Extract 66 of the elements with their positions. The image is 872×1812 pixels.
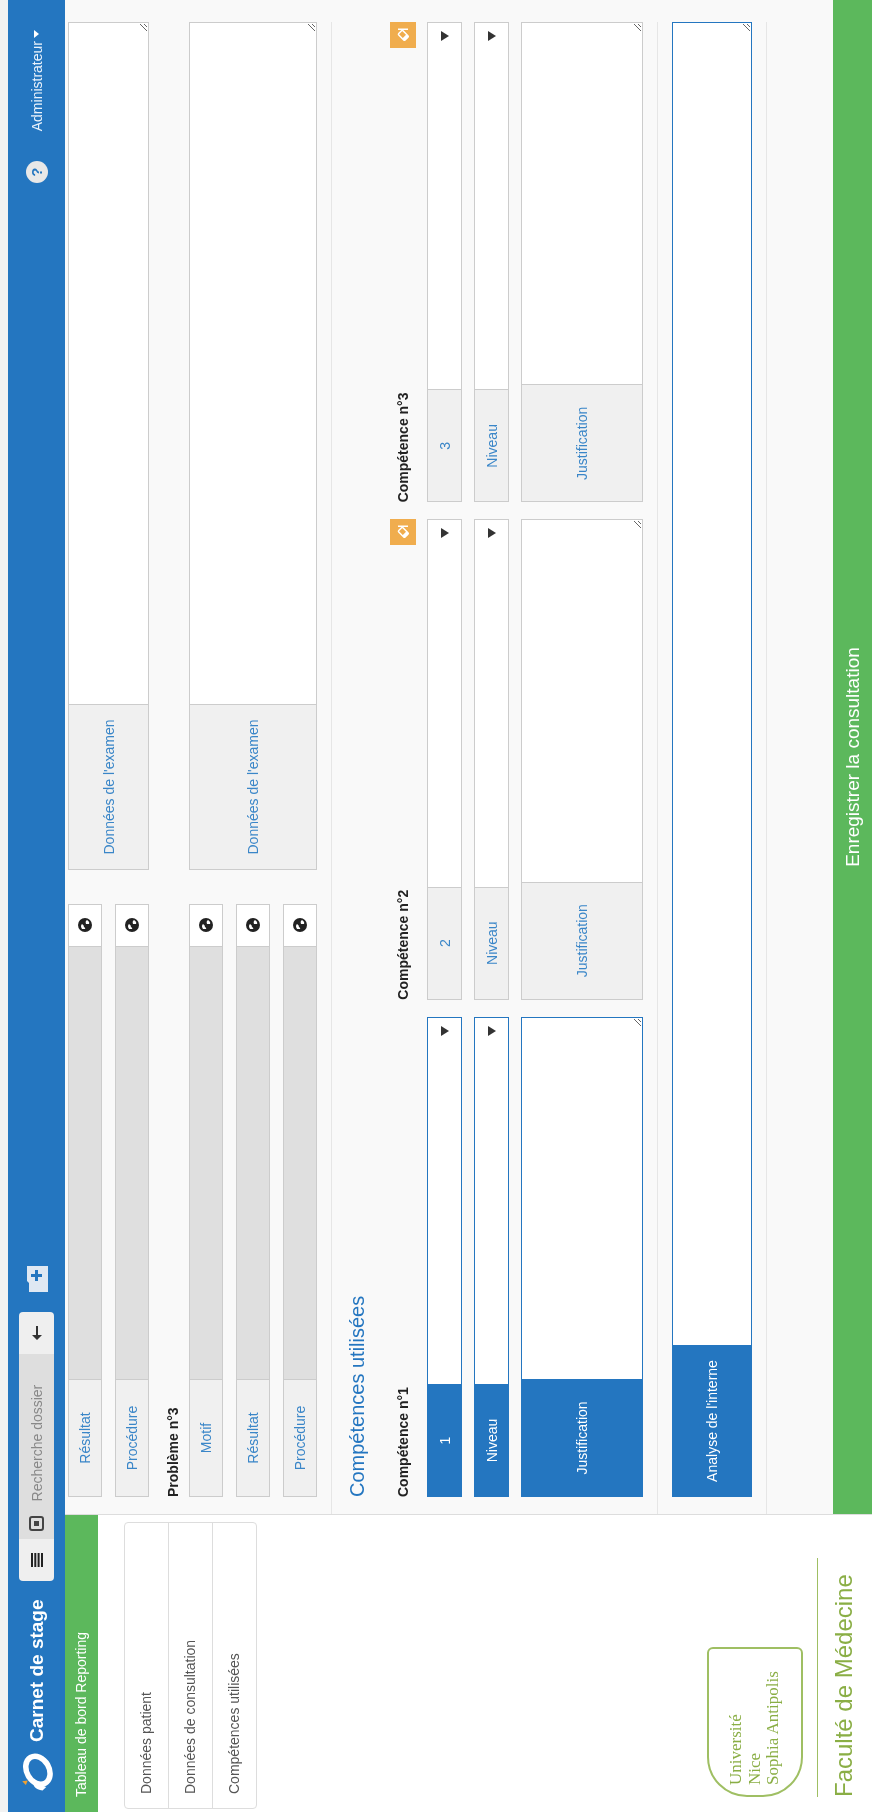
field-label: Niveau bbox=[474, 886, 509, 1000]
competence-heading: Compétence n°1 bbox=[395, 1387, 411, 1497]
field-label: Procédure bbox=[115, 1379, 149, 1497]
field-label: Analyse de l'interne bbox=[672, 1345, 752, 1497]
clear-button[interactable] bbox=[390, 519, 416, 546]
field-label: Niveau bbox=[474, 1384, 509, 1497]
caret-icon bbox=[487, 528, 496, 539]
field-label: Justification bbox=[521, 384, 643, 503]
globe-button[interactable] bbox=[115, 904, 149, 946]
caret-icon bbox=[34, 30, 39, 38]
menu-item[interactable]: Données de consultation bbox=[168, 1523, 212, 1808]
field-label: Données de l'examen bbox=[68, 704, 149, 870]
dashboard-link[interactable]: Tableau de bord Reporting bbox=[65, 1515, 98, 1812]
competence-number: 2 bbox=[427, 886, 462, 1000]
globe-button[interactable] bbox=[236, 904, 270, 946]
globe-button[interactable] bbox=[68, 904, 102, 946]
list-button[interactable] bbox=[19, 1539, 54, 1582]
eraser-icon bbox=[396, 525, 410, 540]
caret-icon bbox=[440, 31, 449, 41]
university-name-line: Nice bbox=[745, 1751, 765, 1785]
menu-item[interactable]: Compétences utilisées bbox=[212, 1523, 256, 1808]
competence-heading: Compétence n°3 bbox=[395, 392, 411, 503]
caret-icon bbox=[440, 528, 449, 539]
field-label: Motif bbox=[189, 1379, 223, 1497]
competence-number: 3 bbox=[427, 389, 462, 503]
faculty-name: Faculté de Médecine bbox=[830, 1573, 858, 1797]
globe-icon bbox=[125, 918, 139, 933]
arrow-icon bbox=[30, 1326, 43, 1341]
level-select[interactable] bbox=[474, 1016, 509, 1384]
competence-number: 1 bbox=[427, 1384, 462, 1497]
university-name-line: Université bbox=[726, 1713, 746, 1785]
field-label: Niveau bbox=[474, 389, 509, 503]
field-label: Résultat bbox=[68, 1379, 102, 1497]
eraser-icon bbox=[396, 28, 410, 42]
problem-heading: Problème n°3 bbox=[165, 1406, 181, 1497]
app-title[interactable]: Carnet de stage bbox=[25, 1599, 48, 1742]
list-icon bbox=[30, 1553, 43, 1568]
caret-icon bbox=[440, 1025, 449, 1036]
caret-icon bbox=[487, 1025, 496, 1036]
university-name-line: Sophia Antipolis bbox=[764, 1670, 784, 1785]
save-icon bbox=[29, 1515, 44, 1531]
menu-item[interactable]: Données patient bbox=[125, 1523, 168, 1808]
field-label: Données de l'examen bbox=[189, 704, 317, 870]
load-button[interactable] bbox=[19, 1312, 54, 1355]
save-button[interactable] bbox=[19, 1507, 54, 1540]
clear-button[interactable] bbox=[390, 22, 416, 48]
field-label: Résultat bbox=[236, 1379, 270, 1497]
folder-plus-icon[interactable] bbox=[25, 1266, 48, 1293]
competence-heading: Compétence n°2 bbox=[395, 889, 411, 1000]
globe-icon bbox=[199, 918, 213, 933]
globe-button[interactable] bbox=[283, 904, 317, 946]
globe-icon bbox=[78, 918, 92, 933]
competence-select[interactable] bbox=[427, 1016, 462, 1384]
help-icon[interactable]: ? bbox=[25, 161, 48, 184]
search-field[interactable]: Recherche dossier bbox=[19, 1354, 54, 1508]
globe-icon bbox=[246, 918, 260, 933]
field-label: Justification bbox=[521, 881, 643, 1000]
section-heading: Compétences utilisées bbox=[346, 1294, 369, 1497]
globe-button[interactable] bbox=[189, 904, 223, 946]
caret-icon bbox=[487, 31, 496, 41]
save-consultation-button[interactable]: Enregistrer la consultation bbox=[833, 0, 872, 1514]
field-label: Procédure bbox=[283, 1379, 317, 1497]
user-menu[interactable]: Administrateur bbox=[28, 30, 45, 132]
field-label: Justification bbox=[521, 1379, 643, 1497]
globe-icon bbox=[293, 918, 307, 933]
analysis-textarea[interactable] bbox=[672, 22, 752, 1345]
